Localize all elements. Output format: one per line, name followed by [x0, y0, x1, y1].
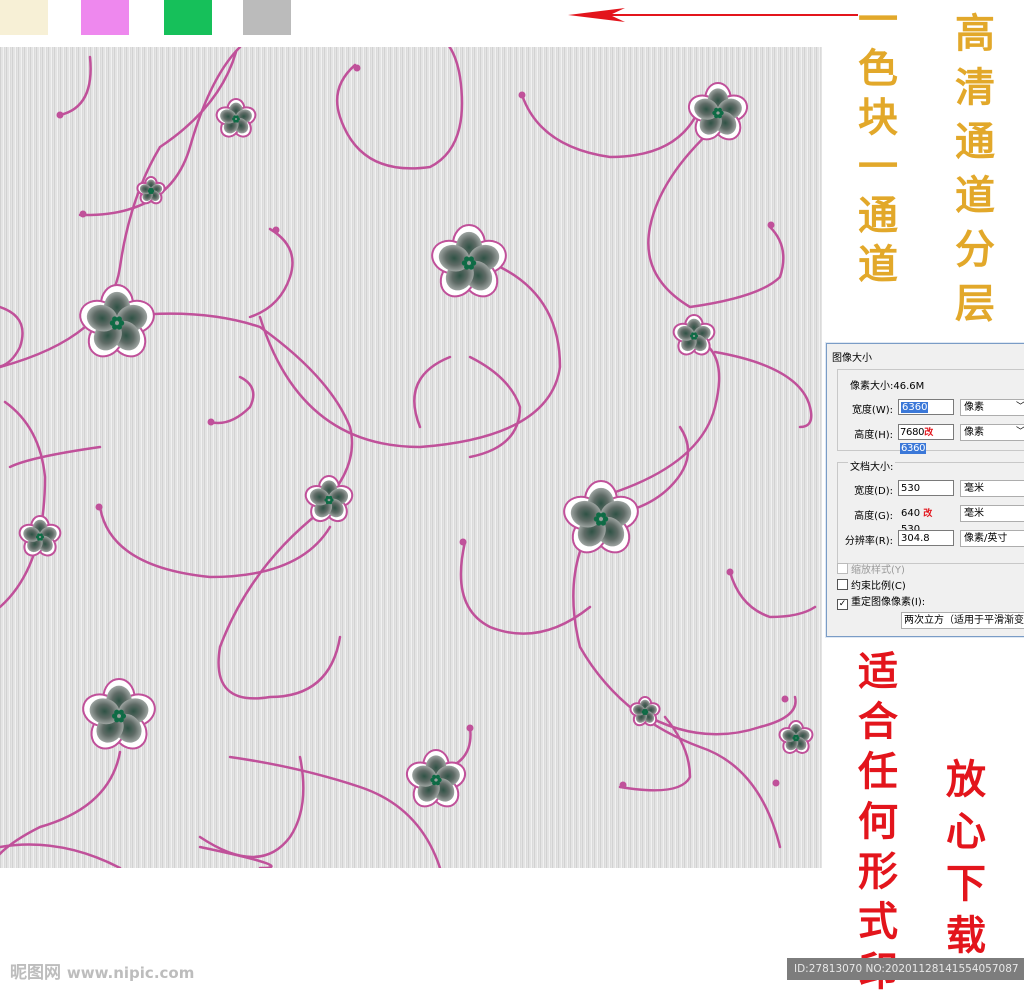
annotation-char: 一 — [858, 0, 898, 43]
vine-tip — [95, 503, 103, 511]
annotation-char: 道 — [955, 172, 995, 219]
vine-tip — [207, 418, 215, 426]
doc-height-unit-select[interactable]: 毫米 — [960, 505, 1024, 522]
image-id-bar: ID:27813070 NO:20201128141554057087 — [787, 958, 1024, 980]
vine-tip — [466, 724, 474, 732]
resample-image-checkbox[interactable]: ✓ 重定图像像素(I): — [837, 593, 925, 610]
annotation-char: 色 — [858, 45, 898, 92]
constrain-proportions-checkbox[interactable]: 约束比例(C) — [837, 577, 906, 592]
annotation-char: 一 — [858, 143, 898, 190]
vine-tip — [767, 221, 775, 229]
annotation-char: 通 — [858, 192, 898, 239]
annotation-char: 通 — [955, 118, 995, 165]
annotation-one-color-one-channel: 一色块一通道 — [858, 0, 898, 294]
doc-width-label: 宽度(D): — [854, 486, 893, 497]
vine-tip — [781, 695, 789, 703]
annotation-char: 下 — [946, 860, 986, 907]
vine-tip — [353, 64, 361, 72]
annotation-char: 心 — [946, 808, 986, 855]
doc-width-unit-select[interactable]: 毫米 — [960, 480, 1024, 497]
doc-width-input[interactable]: 530 — [898, 480, 954, 496]
dialog-title: 图像大小 — [832, 353, 872, 364]
annotation-char: 高 — [955, 10, 995, 57]
chevron-down-icon: ﹀ — [1016, 425, 1024, 440]
pixel-width-label: 宽度(W): — [851, 405, 893, 416]
vine-tip — [272, 226, 280, 234]
swatch-gray — [243, 0, 291, 35]
annotation-char: 块 — [858, 94, 898, 141]
vine-tip — [518, 91, 526, 99]
pixel-width-input[interactable]: 6360 — [898, 399, 954, 415]
chevron-down-icon: ﹀ — [1016, 400, 1024, 415]
annotation-char: 式 — [858, 898, 898, 945]
vine-tip — [619, 781, 627, 789]
vine-tip — [726, 568, 734, 576]
annotation-suitable-print: 适合任何形式印 — [858, 652, 898, 1002]
document-size-label: 文档大小: — [848, 458, 896, 473]
annotation-char: 放 — [946, 756, 986, 803]
resolution-label: 分辨率(R): — [844, 536, 893, 547]
pixel-width-unit-select[interactable]: 像素﹀ — [960, 399, 1024, 416]
annotation-hd-channel-layers: 高清通道分层 — [955, 14, 995, 338]
scale-styles-checkbox[interactable]: 缩放样式(Y) — [837, 561, 905, 576]
annotation-char: 何 — [858, 798, 898, 845]
swatch-violet — [81, 0, 129, 35]
checkmark-icon: ✓ — [837, 599, 848, 610]
image-size-dialog: 图像大小 像素大小:46.6M 宽度(W): 6360 像素﹀ 高度(H): 7… — [826, 343, 1024, 637]
annotation-char: 形 — [858, 848, 898, 895]
annotation-char: 适 — [858, 648, 898, 695]
resolution-input[interactable]: 304.8 — [898, 530, 954, 546]
vine-tip — [772, 779, 780, 787]
annotation-char: 分 — [955, 226, 995, 273]
arrow-left-icon — [568, 8, 858, 22]
floral-pattern — [0, 47, 822, 868]
resample-method-select[interactable]: 两次立方（适用于平滑渐变 — [901, 612, 1024, 629]
annotation-char: 任 — [858, 748, 898, 795]
swatch-green — [164, 0, 212, 35]
annotation-char: 清 — [955, 64, 995, 111]
annotation-char: 道 — [858, 241, 898, 288]
vine-tip — [79, 210, 87, 218]
pixel-height-input[interactable]: 7680改6360 — [898, 424, 954, 454]
pixel-height-label: 高度(H): — [854, 430, 893, 441]
annotation-char: 层 — [955, 280, 995, 327]
pixel-height-unit-select[interactable]: 像素﹀ — [960, 424, 1024, 441]
swatch-cream — [0, 0, 48, 35]
vine-tip — [459, 538, 467, 546]
doc-height-label: 高度(G): — [854, 511, 893, 522]
resolution-unit-select[interactable]: 像素/英寸 — [960, 530, 1024, 547]
vine-tip — [56, 111, 64, 119]
nipic-logo: 昵图网 www.nipic.com — [10, 963, 195, 983]
pixel-dimensions-label: 像素大小:46.6M — [848, 377, 927, 392]
annotation-download: 放心下载 — [946, 760, 986, 968]
annotation-char: 合 — [858, 698, 898, 745]
doc-height-input[interactable]: 640 改 530 — [898, 505, 954, 535]
